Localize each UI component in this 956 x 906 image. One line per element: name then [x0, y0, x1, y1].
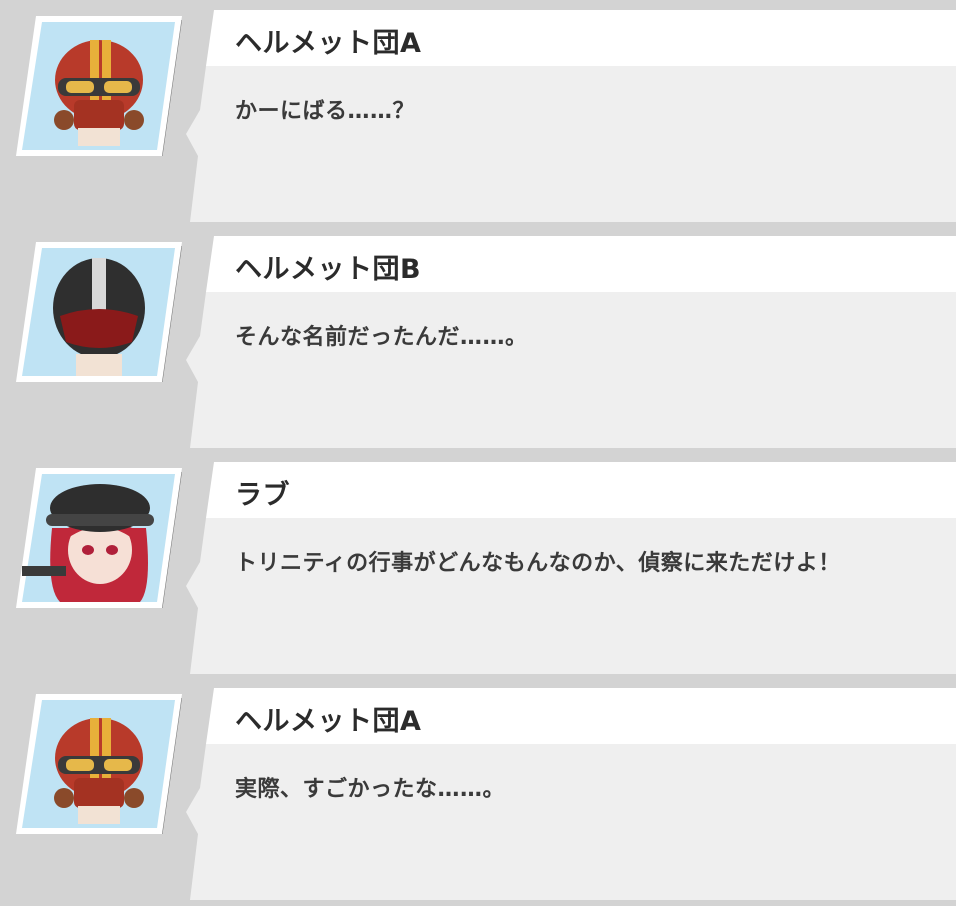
speech-bubble: ヘルメット団B そんな名前だったんだ……。 — [178, 236, 956, 448]
message-text: そんな名前だったんだ……。 — [235, 325, 528, 350]
message-text: トリニティの行事がどんなもんなのか、偵察に来ただけよ！ — [235, 551, 841, 576]
message-text: 実際、すごかったな……。 — [235, 777, 506, 802]
speaker-portrait — [16, 694, 182, 834]
speaker-portrait — [16, 468, 182, 608]
message-text: かーにばる……？ — [235, 99, 416, 124]
speaker-name: ラブ — [235, 480, 290, 511]
speech-bubble: ヘルメット団A かーにばる……？ — [178, 10, 956, 222]
dialogue-entry: ラブ トリニティの行事がどんなもんなのか、偵察に来ただけよ！ — [0, 462, 956, 674]
speaker-portrait — [16, 242, 182, 382]
speaker-name: ヘルメット団A — [235, 706, 422, 737]
dialogue-entry: ヘルメット団A 実際、すごかったな……。 — [0, 688, 956, 900]
speaker-name: ヘルメット団A — [235, 28, 422, 59]
dialogue-entry: ヘルメット団A かーにばる……？ — [0, 10, 956, 222]
speaker-portrait — [16, 16, 182, 156]
speech-bubble: ヘルメット団A 実際、すごかったな……。 — [178, 688, 956, 900]
speech-bubble: ラブ トリニティの行事がどんなもんなのか、偵察に来ただけよ！ — [178, 462, 956, 674]
dialogue-entry: ヘルメット団B そんな名前だったんだ……。 — [0, 236, 956, 448]
speaker-name: ヘルメット団B — [235, 254, 422, 285]
